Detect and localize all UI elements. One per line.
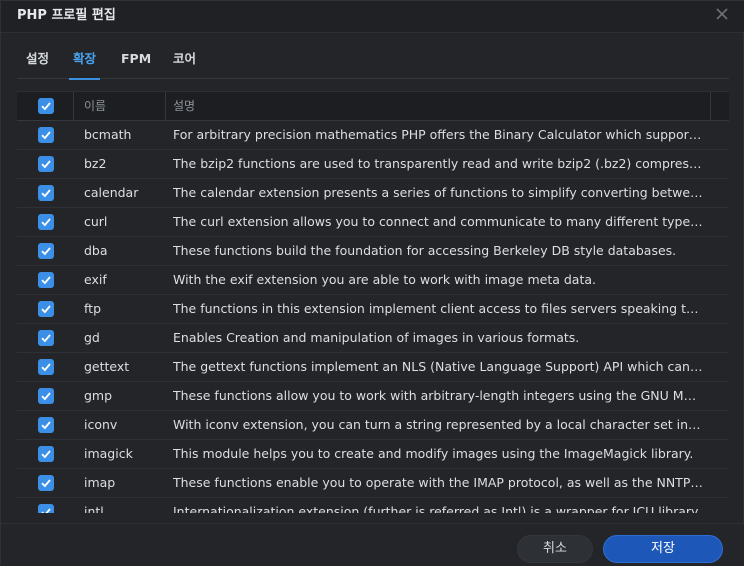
row-checkbox[interactable] xyxy=(38,475,54,491)
extension-name: gd xyxy=(84,330,100,345)
extension-name: intl xyxy=(84,504,104,513)
extension-description: This module helps you to create and modi… xyxy=(173,446,694,461)
extension-name: curl xyxy=(84,214,108,229)
extension-description: With the exif extension you are able to … xyxy=(173,272,597,287)
tab-core[interactable]: 코어 xyxy=(173,47,196,79)
extension-name: gettext xyxy=(84,359,130,374)
row-checkbox[interactable] xyxy=(38,446,54,462)
row-checkbox[interactable] xyxy=(38,417,54,433)
extension-description: For arbitrary precision mathematics PHP … xyxy=(173,127,703,142)
column-divider[interactable] xyxy=(73,92,74,121)
extension-description: The gettext functions implement an NLS (… xyxy=(173,359,703,374)
table-row[interactable]: intl Internationalization extension (furt… xyxy=(17,498,729,513)
tab-fpm[interactable]: FPM xyxy=(121,47,151,79)
cancel-button[interactable]: 취소 xyxy=(517,535,593,563)
extension-description: These functions allow you to work with a… xyxy=(173,388,703,403)
extension-description: The curl extension allows you to connect… xyxy=(173,214,703,229)
extension-name: exif xyxy=(84,272,107,287)
extension-name: bcmath xyxy=(84,127,132,142)
extension-description: The calendar extension presents a series… xyxy=(173,185,703,200)
grid-header: 이름 설명 xyxy=(17,91,729,121)
dialog-title: PHP 프로필 편집 xyxy=(17,8,116,23)
extensions-grid: 이름 설명 bcmath For arbitrary precision math… xyxy=(17,91,729,513)
row-checkbox[interactable] xyxy=(38,272,54,288)
row-checkbox[interactable] xyxy=(38,504,54,513)
dialog-footer: 취소 저장 xyxy=(1,523,744,566)
extension-description: These functions build the foundation for… xyxy=(173,243,677,258)
extension-name: imap xyxy=(84,475,116,490)
table-row[interactable]: bcmath For arbitrary precision mathematic… xyxy=(17,121,729,150)
row-checkbox[interactable] xyxy=(38,330,54,346)
table-row[interactable]: curl The curl extension allows you to con… xyxy=(17,208,729,237)
extension-description: These functions enable you to operate wi… xyxy=(173,475,703,490)
title-bar: PHP 프로필 편집 xyxy=(1,1,744,33)
table-row[interactable]: imagick This module helps you to create a… xyxy=(17,440,729,469)
extension-description: The functions in this extension implemen… xyxy=(173,301,703,316)
table-row[interactable]: calendar The calendar extension presents … xyxy=(17,179,729,208)
row-checkbox[interactable] xyxy=(38,185,54,201)
column-divider[interactable] xyxy=(710,92,711,121)
column-header-description[interactable]: 설명 xyxy=(173,92,195,122)
table-row[interactable]: bz2 The bzip2 functions are used to trans… xyxy=(17,150,729,179)
row-checkbox[interactable] xyxy=(38,156,54,172)
tab-settings[interactable]: 설정 xyxy=(26,47,49,79)
tab-extensions[interactable]: 확장 xyxy=(68,47,101,80)
row-checkbox[interactable] xyxy=(38,127,54,143)
row-checkbox[interactable] xyxy=(38,214,54,230)
row-checkbox[interactable] xyxy=(38,359,54,375)
row-checkbox[interactable] xyxy=(38,243,54,259)
extension-name: dba xyxy=(84,243,108,258)
extension-name: imagick xyxy=(84,446,133,461)
table-row[interactable]: imap These functions enable you to operat… xyxy=(17,469,729,498)
tab-bar: 설정 확장 FPM 코어 xyxy=(17,47,729,80)
extension-description: Enables Creation and manipulation of ima… xyxy=(173,330,580,345)
table-row[interactable]: gd Enables Creation and manipulation of i… xyxy=(17,324,729,353)
table-row[interactable]: ftp The functions in this extension imple… xyxy=(17,295,729,324)
table-row[interactable]: exif With the exif extension you are able… xyxy=(17,266,729,295)
column-header-name[interactable]: 이름 xyxy=(84,92,106,122)
extension-description: With iconv extension, you can turn a str… xyxy=(173,417,703,432)
row-checkbox[interactable] xyxy=(38,301,54,317)
save-button[interactable]: 저장 xyxy=(603,535,723,563)
close-icon[interactable] xyxy=(713,5,731,23)
extension-name: ftp xyxy=(84,301,102,316)
extension-name: gmp xyxy=(84,388,113,403)
select-all-checkbox[interactable] xyxy=(38,98,54,114)
row-checkbox[interactable] xyxy=(38,388,54,404)
table-row[interactable]: dba These functions build the foundation … xyxy=(17,237,729,266)
extension-name: iconv xyxy=(84,417,118,432)
extension-description: Internationalization extension (further … xyxy=(173,504,699,513)
extension-description: The bzip2 functions are used to transpar… xyxy=(173,156,703,171)
extension-name: calendar xyxy=(84,185,139,200)
column-divider[interactable] xyxy=(165,92,166,121)
php-profile-dialog: PHP 프로필 편집 설정 확장 FPM 코어 이름 설명 bcmath For … xyxy=(0,0,744,566)
table-row[interactable]: gettext The gettext functions implement a… xyxy=(17,353,729,382)
extension-name: bz2 xyxy=(84,156,107,171)
table-row[interactable]: iconv With iconv extension, you can turn … xyxy=(17,411,729,440)
table-row[interactable]: gmp These functions allow you to work wit… xyxy=(17,382,729,411)
